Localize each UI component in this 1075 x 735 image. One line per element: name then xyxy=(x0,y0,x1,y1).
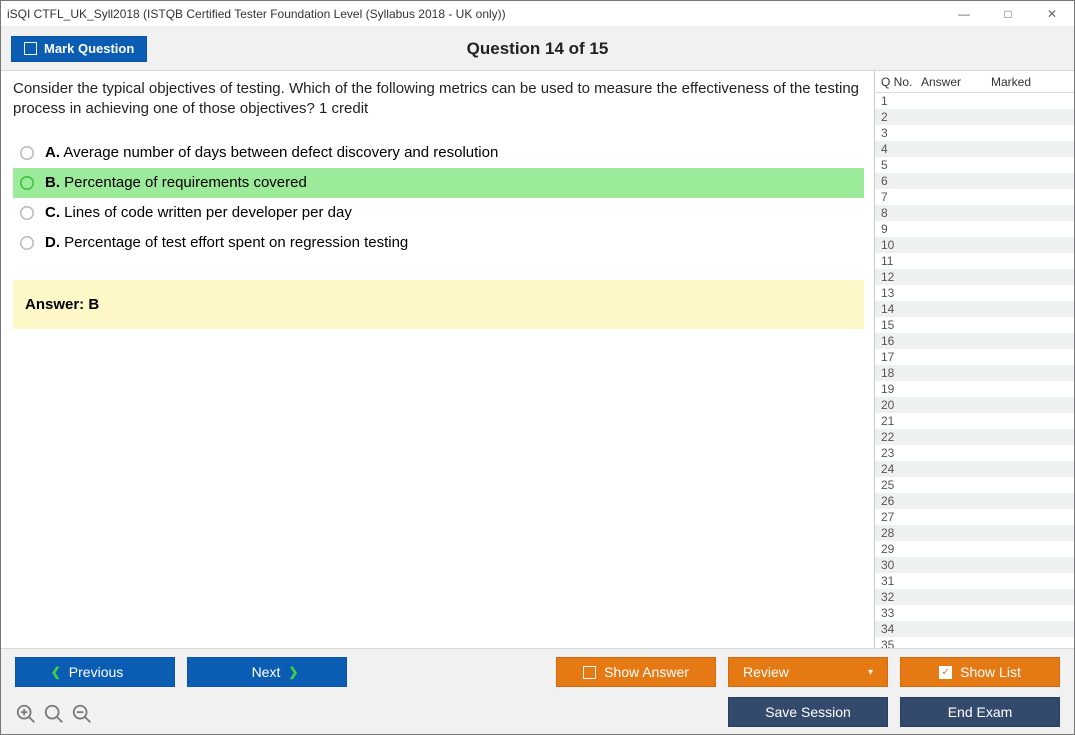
option-text: B. Percentage of requirements covered xyxy=(45,174,307,191)
table-row[interactable]: 26 xyxy=(875,493,1074,509)
window-maximize-button[interactable]: □ xyxy=(990,7,1026,21)
save-session-label: Save Session xyxy=(765,704,851,720)
next-label: Next xyxy=(252,664,281,680)
checkbox-icon xyxy=(24,42,37,55)
table-row[interactable]: 16 xyxy=(875,333,1074,349)
previous-label: Previous xyxy=(69,664,123,680)
table-row[interactable]: 30 xyxy=(875,557,1074,573)
end-exam-label: End Exam xyxy=(948,704,1013,720)
table-row[interactable]: 33 xyxy=(875,605,1074,621)
review-dropdown[interactable]: Review ▾ xyxy=(728,657,888,687)
option-text: C. Lines of code written per developer p… xyxy=(45,204,352,221)
table-row[interactable]: 14 xyxy=(875,301,1074,317)
table-row[interactable]: 1 xyxy=(875,93,1074,109)
table-row[interactable]: 13 xyxy=(875,285,1074,301)
checkbox-checked-icon: ✓ xyxy=(939,666,952,679)
radio-icon xyxy=(19,205,35,221)
table-row[interactable]: 2 xyxy=(875,109,1074,125)
table-row[interactable]: 20 xyxy=(875,397,1074,413)
option-text: A. Average number of days between defect… xyxy=(45,144,498,161)
table-row[interactable]: 23 xyxy=(875,445,1074,461)
question-list-header: Q No. Answer Marked xyxy=(875,71,1074,93)
question-list-panel: Q No. Answer Marked 12345678910111213141… xyxy=(874,71,1074,648)
zoom-in-icon[interactable] xyxy=(15,703,37,728)
checkbox-icon xyxy=(583,666,596,679)
zoom-reset-icon[interactable] xyxy=(43,703,65,728)
table-row[interactable]: 24 xyxy=(875,461,1074,477)
table-row[interactable]: 5 xyxy=(875,157,1074,173)
mark-question-button[interactable]: Mark Question xyxy=(11,36,147,62)
answer-box: Answer: B xyxy=(13,280,864,329)
question-counter: Question 14 of 15 xyxy=(1,39,1074,59)
show-list-button[interactable]: ✓ Show List xyxy=(900,657,1060,687)
chevron-down-icon: ▾ xyxy=(868,667,873,678)
col-answer: Answer xyxy=(921,75,991,89)
app-window: iSQI CTFL_UK_Syll2018 (ISTQB Certified T… xyxy=(0,0,1075,735)
window-title: iSQI CTFL_UK_Syll2018 (ISTQB Certified T… xyxy=(7,7,946,21)
table-row[interactable]: 6 xyxy=(875,173,1074,189)
table-row[interactable]: 19 xyxy=(875,381,1074,397)
table-row[interactable]: 3 xyxy=(875,125,1074,141)
review-label: Review xyxy=(743,664,789,680)
table-row[interactable]: 7 xyxy=(875,189,1074,205)
options-list: A. Average number of days between defect… xyxy=(13,138,864,258)
table-row[interactable]: 12 xyxy=(875,269,1074,285)
option-D[interactable]: D. Percentage of test effort spent on re… xyxy=(13,228,864,258)
col-qno: Q No. xyxy=(875,75,921,89)
question-panel: Consider the typical objectives of testi… xyxy=(1,71,874,648)
header-bar: Mark Question Question 14 of 15 xyxy=(1,27,1074,71)
table-row[interactable]: 17 xyxy=(875,349,1074,365)
show-answer-button[interactable]: Show Answer xyxy=(556,657,716,687)
window-close-button[interactable]: ✕ xyxy=(1034,7,1070,21)
question-text: Consider the typical objectives of testi… xyxy=(13,79,864,120)
save-session-button[interactable]: Save Session xyxy=(728,697,888,727)
titlebar: iSQI CTFL_UK_Syll2018 (ISTQB Certified T… xyxy=(1,1,1074,27)
table-row[interactable]: 27 xyxy=(875,509,1074,525)
next-button[interactable]: Next ❯ xyxy=(187,657,347,687)
table-row[interactable]: 11 xyxy=(875,253,1074,269)
option-A[interactable]: A. Average number of days between defect… xyxy=(13,138,864,168)
col-marked: Marked xyxy=(991,75,1060,89)
chevron-left-icon: ❮ xyxy=(51,665,61,679)
option-C[interactable]: C. Lines of code written per developer p… xyxy=(13,198,864,228)
table-row[interactable]: 10 xyxy=(875,237,1074,253)
option-text: D. Percentage of test effort spent on re… xyxy=(45,234,408,251)
show-answer-label: Show Answer xyxy=(604,664,689,680)
radio-icon xyxy=(19,175,35,191)
table-row[interactable]: 34 xyxy=(875,621,1074,637)
option-B[interactable]: B. Percentage of requirements covered xyxy=(13,168,864,198)
zoom-out-icon[interactable] xyxy=(71,703,93,728)
table-row[interactable]: 8 xyxy=(875,205,1074,221)
question-list[interactable]: 1234567891011121314151617181920212223242… xyxy=(875,93,1074,648)
table-row[interactable]: 4 xyxy=(875,141,1074,157)
table-row[interactable]: 25 xyxy=(875,477,1074,493)
table-row[interactable]: 15 xyxy=(875,317,1074,333)
mark-question-label: Mark Question xyxy=(44,41,134,56)
table-row[interactable]: 22 xyxy=(875,429,1074,445)
table-row[interactable]: 35 xyxy=(875,637,1074,648)
table-row[interactable]: 9 xyxy=(875,221,1074,237)
end-exam-button[interactable]: End Exam xyxy=(900,697,1060,727)
chevron-right-icon: ❯ xyxy=(288,665,298,679)
show-list-label: Show List xyxy=(960,664,1021,680)
table-row[interactable]: 28 xyxy=(875,525,1074,541)
table-row[interactable]: 18 xyxy=(875,365,1074,381)
table-row[interactable]: 31 xyxy=(875,573,1074,589)
previous-button[interactable]: ❮ Previous xyxy=(15,657,175,687)
table-row[interactable]: 29 xyxy=(875,541,1074,557)
window-minimize-button[interactable]: — xyxy=(946,7,982,21)
footer-bar: ❮ Previous Next ❯ Show Answer Review ▾ ✓… xyxy=(1,648,1074,734)
radio-icon xyxy=(19,145,35,161)
radio-icon xyxy=(19,235,35,251)
table-row[interactable]: 32 xyxy=(875,589,1074,605)
table-row[interactable]: 21 xyxy=(875,413,1074,429)
